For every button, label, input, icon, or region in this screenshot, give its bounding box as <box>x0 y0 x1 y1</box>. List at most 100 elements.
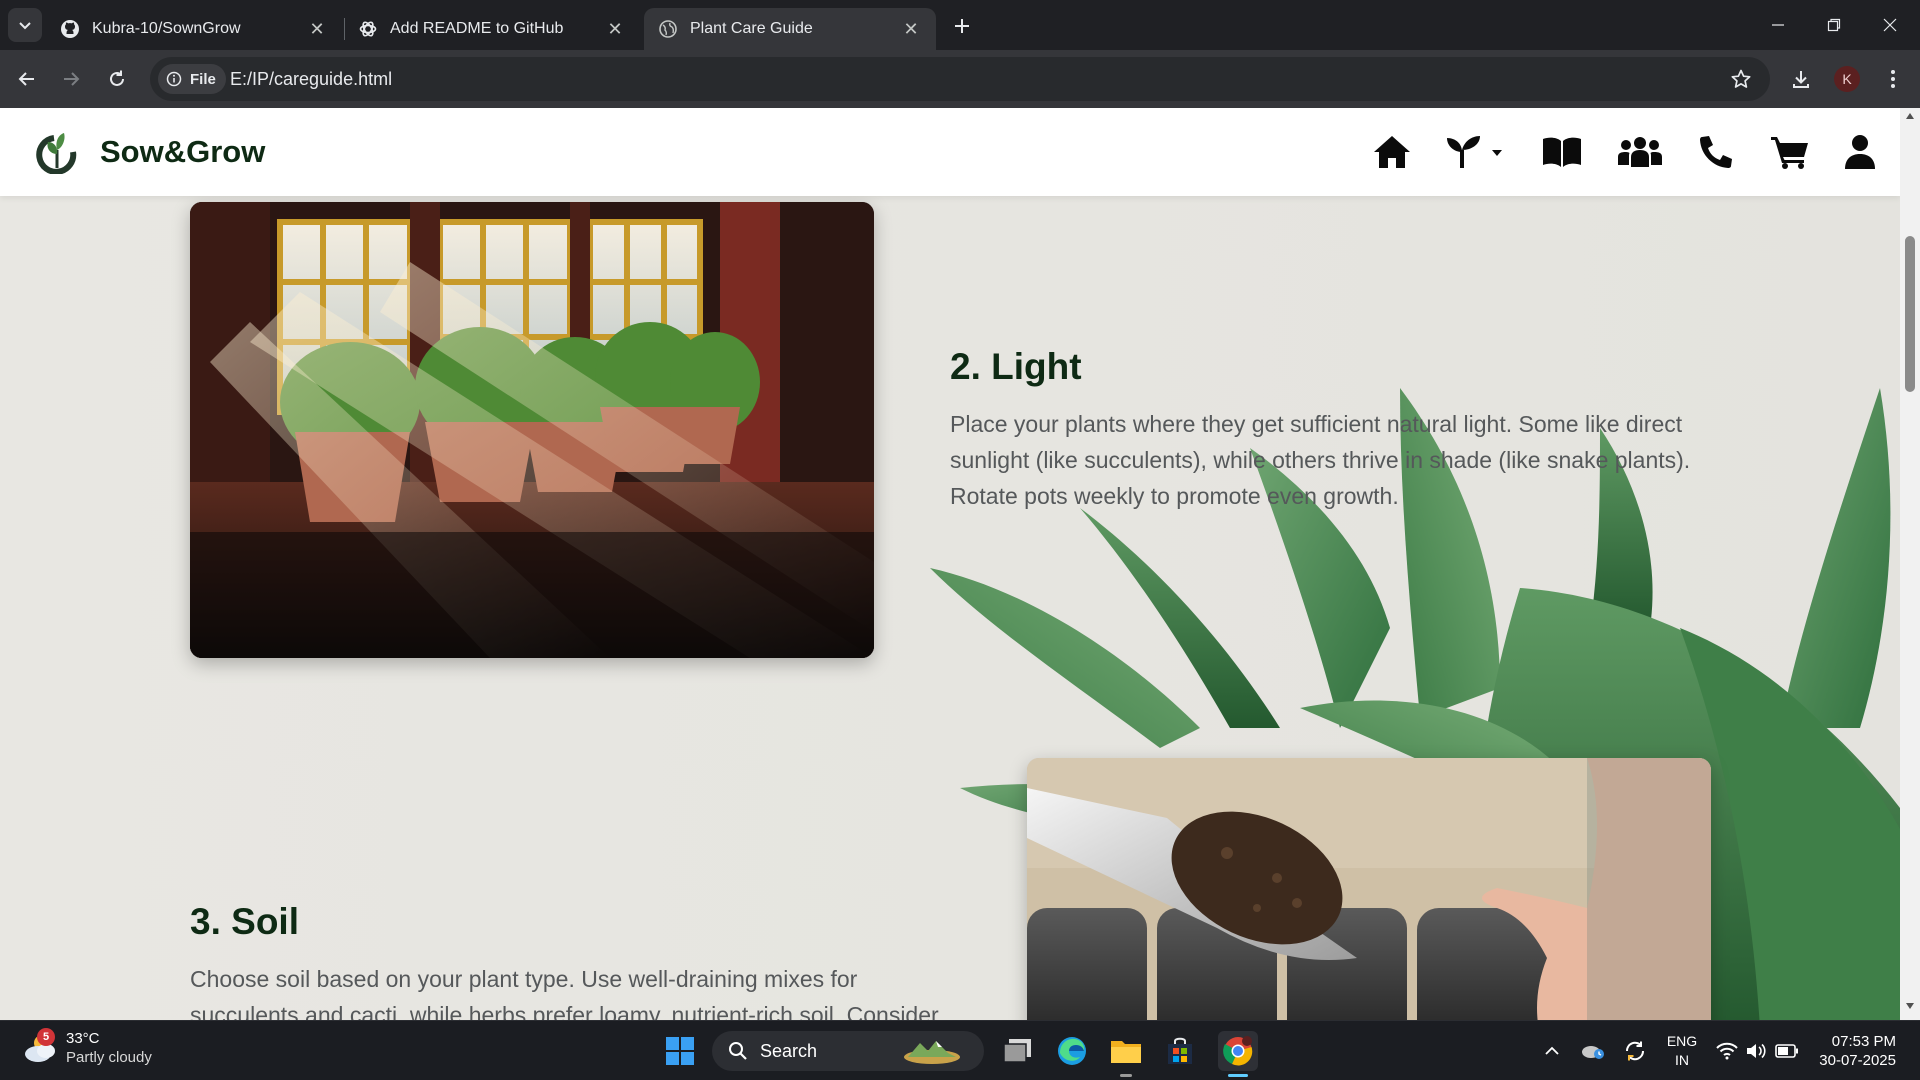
site-info-label: File <box>190 70 216 88</box>
back-button[interactable] <box>10 62 44 96</box>
plants-dropdown-icon[interactable] <box>1444 132 1506 172</box>
region-code: IN <box>1675 1052 1689 1068</box>
scroll-down-arrow-icon[interactable] <box>1900 1002 1920 1016</box>
avatar: K <box>1834 66 1860 92</box>
browser-menu-button[interactable] <box>1876 62 1910 96</box>
brand-name[interactable]: Sow&Grow <box>100 134 265 170</box>
taskbar-search[interactable]: Search <box>712 1031 984 1071</box>
close-tab-icon[interactable]: ✕ <box>900 18 922 40</box>
minimize-button[interactable] <box>1750 0 1806 50</box>
weather-widget[interactable]: 5 33°C Partly cloudy <box>22 1028 152 1067</box>
scroll-up-arrow-icon[interactable] <box>1900 112 1920 126</box>
reload-button[interactable] <box>100 62 134 96</box>
section-title-soil: 3. Soil <box>190 901 299 942</box>
battery-icon <box>1775 1044 1798 1058</box>
tab-readme[interactable]: Add README to GitHub ✕ <box>344 8 640 50</box>
forward-button[interactable] <box>54 62 88 96</box>
tab-title: Add README to GitHub <box>390 20 564 37</box>
weather-temperature: 33°C <box>66 1030 100 1047</box>
chrome-app[interactable] <box>1218 1031 1258 1077</box>
wifi-icon <box>1716 1042 1738 1060</box>
downloads-button[interactable] <box>1784 62 1818 96</box>
soil-trowel-image <box>1027 758 1711 1020</box>
arrow-right-icon <box>64 72 80 86</box>
scroll-thumb[interactable] <box>1905 236 1915 392</box>
cart-icon[interactable] <box>1768 132 1812 172</box>
file-explorer-app[interactable] <box>1106 1031 1146 1077</box>
weather-badge: 5 <box>37 1028 55 1046</box>
search-highlight-art-icon <box>904 1041 960 1064</box>
tab-search-button[interactable] <box>8 8 42 42</box>
show-hidden-icons-button[interactable] <box>1538 1035 1566 1067</box>
language-code: ENG <box>1666 1033 1698 1049</box>
sync-tray[interactable] <box>1620 1035 1650 1067</box>
battery-tray[interactable] <box>1772 1035 1802 1067</box>
sow-grow-logo-icon[interactable] <box>36 130 78 175</box>
chevron-down-icon <box>19 22 31 30</box>
tab-plant-care-guide[interactable]: Plant Care Guide ✕ <box>644 8 936 50</box>
close-window-button[interactable] <box>1862 0 1918 50</box>
arrow-left-icon <box>18 72 34 86</box>
partly-cloudy-icon: 5 <box>22 1028 60 1066</box>
url-text[interactable]: E:/IP/careguide.html <box>230 69 392 90</box>
folder-icon <box>1111 1041 1141 1063</box>
download-icon <box>1793 71 1809 88</box>
close-tab-icon[interactable]: ✕ <box>306 18 328 40</box>
cloud-sync-icon <box>1582 1046 1604 1059</box>
page-scrollbar[interactable] <box>1900 108 1920 1020</box>
plants-by-window-image <box>190 202 874 658</box>
search-label: Search <box>760 1040 818 1061</box>
reload-icon <box>110 70 124 86</box>
section-text-soil: Choose soil based on your plant type. Us… <box>190 966 939 1020</box>
globe-icon <box>658 19 678 39</box>
onedrive-tray[interactable] <box>1578 1035 1608 1067</box>
language-indicator[interactable]: ENG IN <box>1664 1032 1700 1070</box>
new-tab-button[interactable] <box>948 12 976 40</box>
task-view-icon <box>1003 1039 1031 1063</box>
close-icon <box>1883 18 1897 32</box>
store-icon <box>1168 1037 1192 1064</box>
active-indicator <box>1228 1074 1248 1077</box>
phone-icon[interactable] <box>1694 132 1738 172</box>
page-viewport: 2. Light Place your plants where they ge… <box>0 108 1920 1020</box>
browser-toolbar: File E:/IP/careguide.html K <box>0 50 1920 108</box>
user-icon[interactable] <box>1840 132 1880 172</box>
tab-title: Kubra-10/SownGrow <box>92 20 241 37</box>
volume-tray[interactable] <box>1742 1035 1770 1067</box>
tab-github[interactable]: Kubra-10/SownGrow ✕ <box>46 8 342 50</box>
info-icon <box>166 71 182 87</box>
chrome-icon <box>1223 1036 1253 1066</box>
minimize-icon <box>1772 24 1784 26</box>
browser-tab-strip: Kubra-10/SownGrow ✕ Add README to GitHub… <box>0 0 1920 50</box>
bookmark-star-icon[interactable] <box>1730 68 1752 95</box>
section-text-light: Place your plants where they get suffici… <box>950 411 1691 509</box>
community-icon[interactable] <box>1616 132 1664 172</box>
section-title-light: 2. Light <box>950 346 1082 387</box>
page-background: 2. Light Place your plants where they ge… <box>0 108 1900 1020</box>
task-view-button[interactable] <box>998 1031 1038 1071</box>
system-clock[interactable]: 07:53 PM 30-07-2025 <box>1810 1032 1896 1070</box>
restore-icon <box>1827 18 1841 32</box>
kebab-menu-icon <box>1891 70 1895 88</box>
site-header: Sow&Grow <box>0 108 1900 196</box>
start-button[interactable] <box>660 1031 700 1071</box>
tab-title: Plant Care Guide <box>690 20 813 37</box>
guide-book-icon[interactable] <box>1540 132 1584 172</box>
close-tab-icon[interactable]: ✕ <box>604 18 626 40</box>
address-bar[interactable]: File E:/IP/careguide.html <box>150 57 1770 101</box>
github-icon <box>60 19 80 39</box>
clock-time: 07:53 PM <box>1831 1033 1896 1050</box>
weather-condition: Partly cloudy <box>66 1049 152 1066</box>
windows-logo-icon <box>666 1037 694 1065</box>
restore-button[interactable] <box>1806 0 1862 50</box>
sync-icon <box>1625 1041 1645 1061</box>
microsoft-store-app[interactable] <box>1160 1031 1200 1071</box>
edge-app[interactable] <box>1052 1031 1092 1071</box>
home-icon[interactable] <box>1370 132 1414 172</box>
wifi-tray[interactable] <box>1712 1035 1742 1067</box>
volume-icon <box>1747 1043 1766 1059</box>
running-indicator <box>1120 1074 1132 1077</box>
profile-button[interactable]: K <box>1830 62 1864 96</box>
site-info-chip[interactable]: File <box>158 64 226 94</box>
openai-icon <box>358 19 378 39</box>
